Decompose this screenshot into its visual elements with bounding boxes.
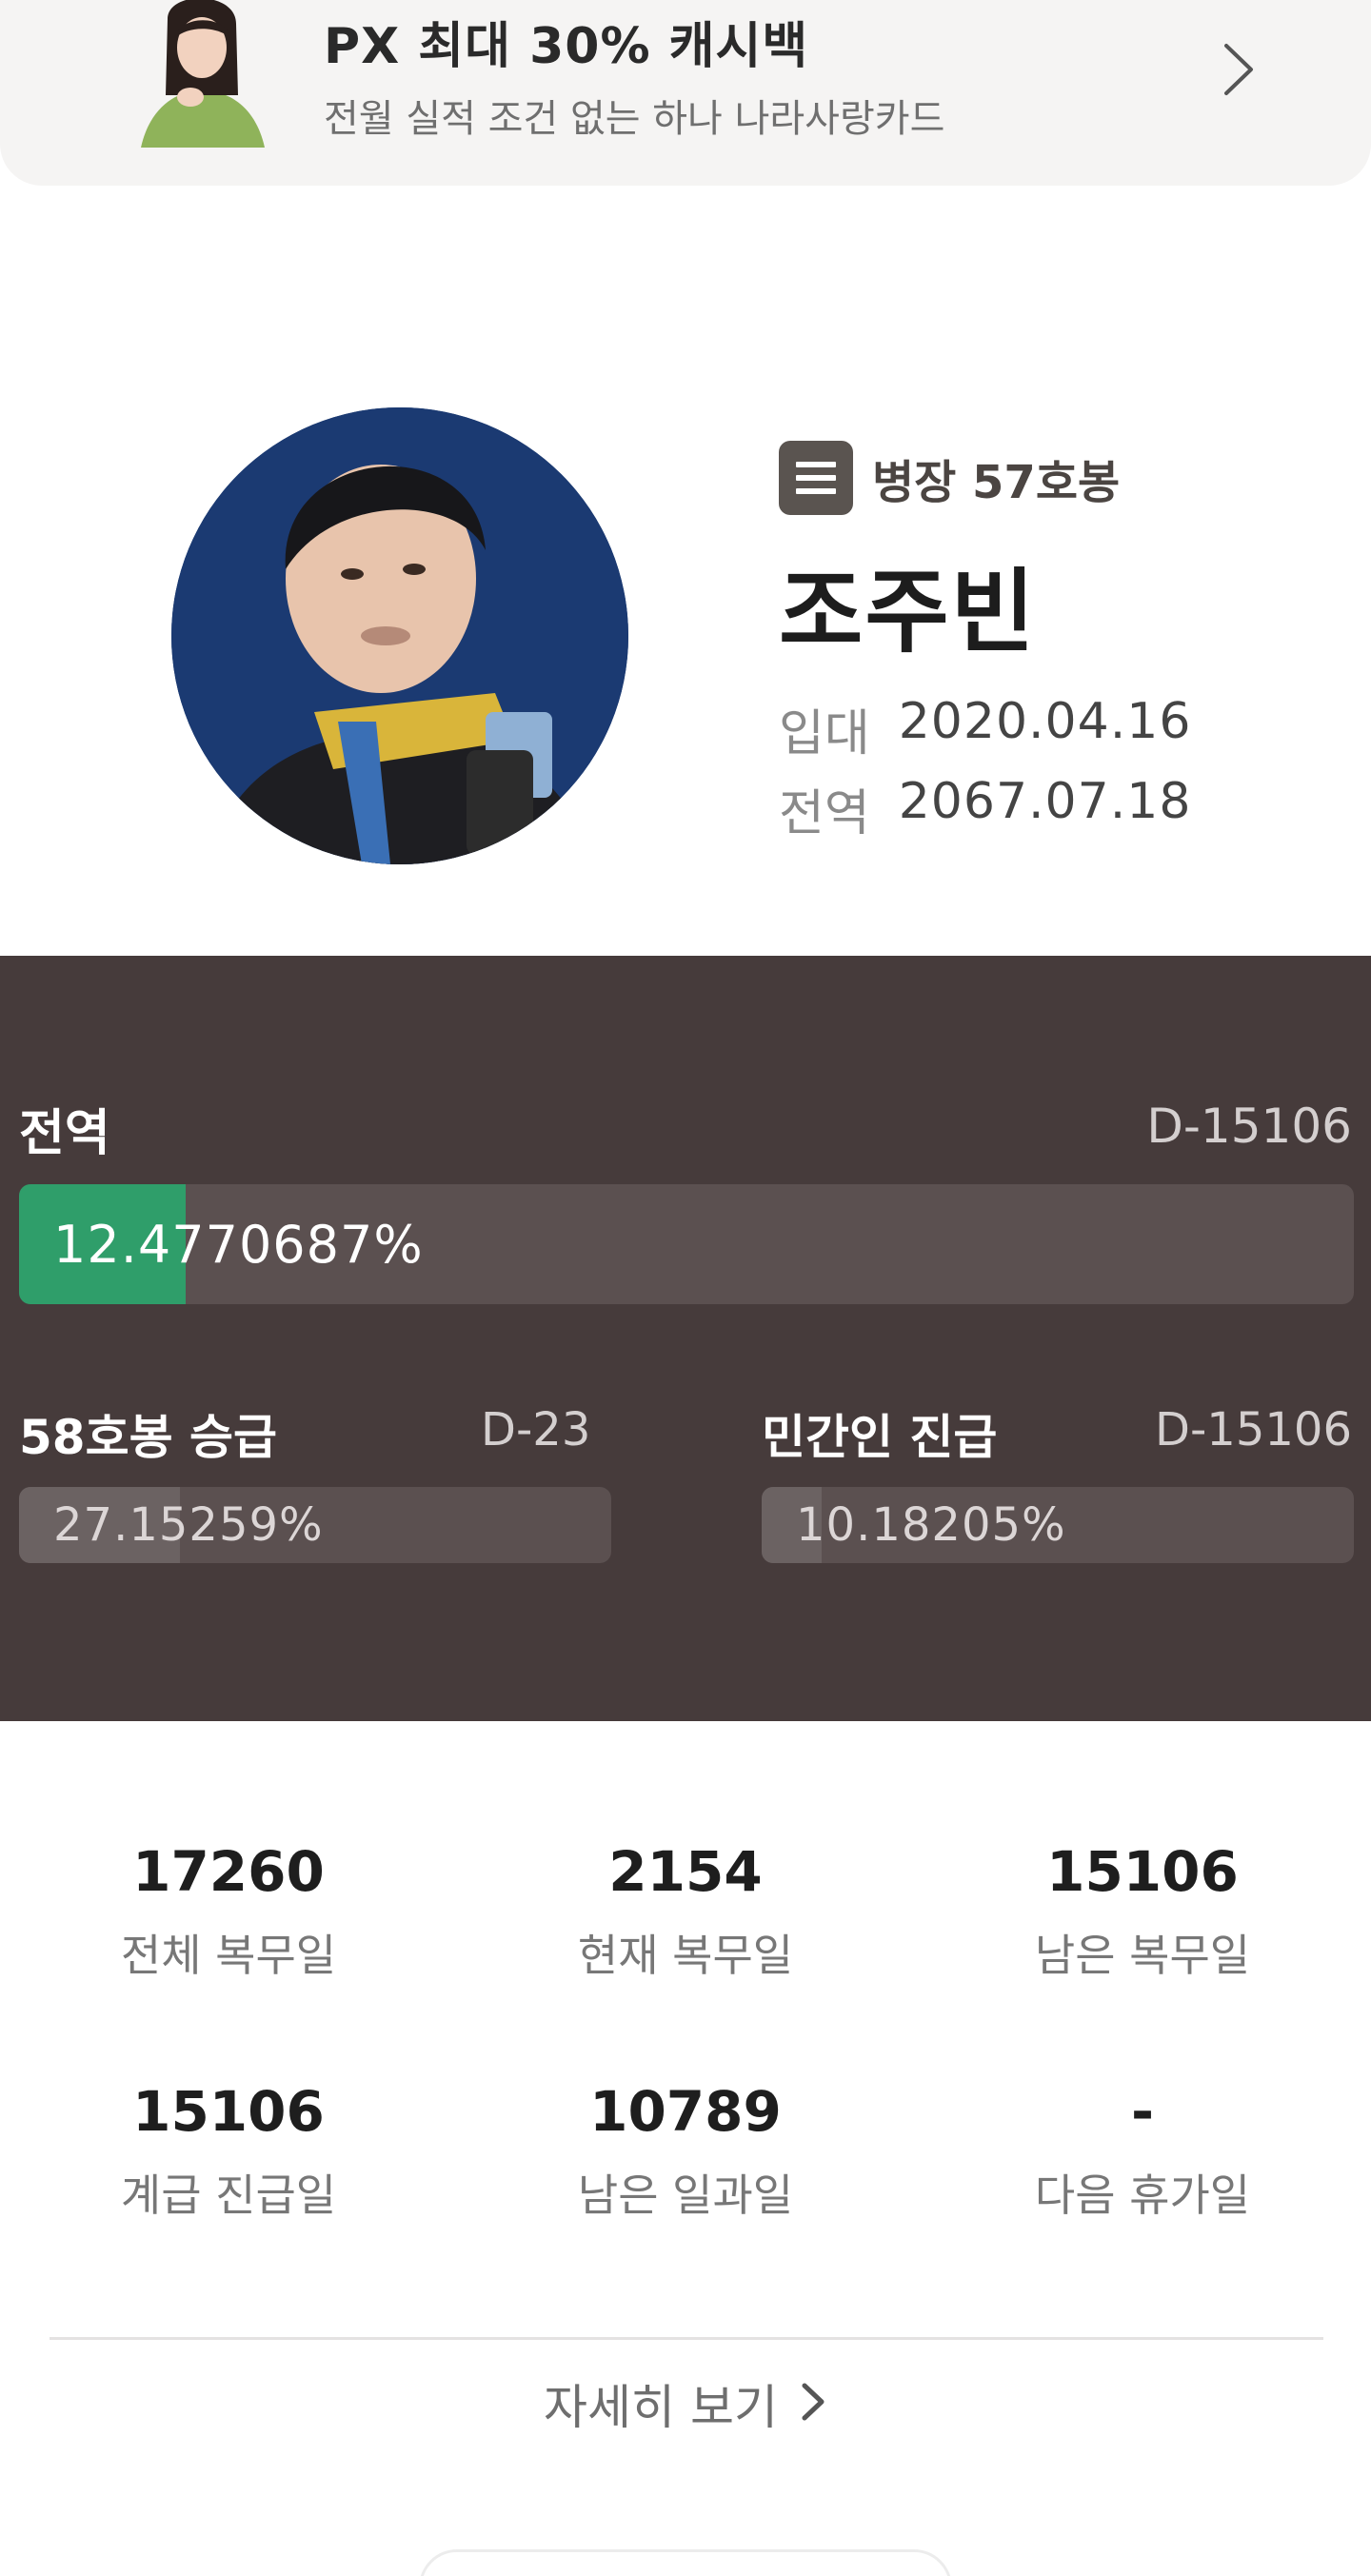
stat-label: 남은 일과일 [577, 2170, 794, 2221]
promotion-progress-label: 58호봉 승급 [19, 1410, 277, 1465]
stat-value: 15106 [132, 2079, 325, 2144]
stat-rank-promotion-day: 15106 계급 진급일 [0, 2079, 457, 2224]
promotion-dday: D-23 [481, 1403, 591, 1456]
progress-panel: 전역 D-15106 12.4770687% 58호봉 승급 D-23 27.1… [0, 956, 1371, 1721]
discharge-label: 전역 [779, 785, 870, 842]
stat-current-service-days: 2154 현재 복무일 [457, 1839, 914, 1984]
rank-row: 병장 57호봉 [779, 438, 1120, 518]
promotion-progress-percent: 27.15259% [53, 1498, 324, 1552]
bottom-floating-button[interactable] [419, 2549, 952, 2576]
discharge-date-row: 전역 2067.07.18 [779, 773, 1191, 844]
list-icon [779, 441, 853, 515]
discharge-progress-percent: 12.4770687% [53, 1214, 424, 1275]
enlist-date: 2020.04.16 [898, 693, 1192, 750]
view-details-link[interactable]: 자세히 보기 [0, 2366, 1371, 2442]
civilian-dday: D-15106 [1155, 1403, 1352, 1456]
profile-name: 조주빈 [779, 559, 1037, 665]
stat-value: 10789 [589, 2079, 782, 2144]
ad-subtitle: 전월 실적 조건 없는 하나 나라사랑카드 [324, 97, 945, 141]
discharge-progress-bar: 12.4770687% [19, 1184, 1354, 1304]
rank-label: 병장 57호봉 [872, 456, 1121, 509]
discharge-progress-label: 전역 [19, 1105, 110, 1162]
stat-remaining-service-days: 15106 남은 복무일 [914, 1839, 1371, 1984]
stat-label: 계급 진급일 [120, 2170, 337, 2221]
view-details-label: 자세히 보기 [544, 2380, 778, 2435]
stat-label: 남은 복무일 [1034, 1930, 1251, 1981]
stat-value: 17260 [132, 1839, 325, 1904]
ad-model-image [131, 0, 272, 148]
stat-label: 현재 복무일 [577, 1930, 794, 1981]
promotion-progress-bar: 27.15259% [19, 1487, 611, 1563]
discharge-dday: D-15106 [1146, 1099, 1352, 1154]
enlist-label: 입대 [779, 705, 870, 763]
civilian-progress-bar: 10.18205% [762, 1487, 1354, 1563]
stat-next-leave-day: - 다음 휴가일 [914, 2079, 1371, 2224]
stat-value: 15106 [1046, 1839, 1239, 1904]
ad-title: PX 최대 30% 캐시백 [324, 18, 809, 75]
stat-remaining-workdays: 10789 남은 일과일 [457, 2079, 914, 2224]
chevron-right-icon[interactable] [1211, 36, 1264, 103]
stat-total-service-days: 17260 전체 복무일 [0, 1839, 457, 1984]
discharge-date: 2067.07.18 [898, 773, 1192, 830]
divider [50, 2337, 1323, 2340]
civilian-progress-label: 민간인 진급 [762, 1410, 998, 1465]
enlist-date-row: 입대 2020.04.16 [779, 693, 1191, 764]
stat-value: - [1130, 2079, 1155, 2144]
stat-value: 2154 [608, 1839, 763, 1904]
stat-label: 전체 복무일 [120, 1930, 337, 1981]
chevron-right-icon [799, 2380, 827, 2427]
civilian-progress-percent: 10.18205% [796, 1498, 1066, 1552]
ad-banner[interactable]: PX 최대 30% 캐시백 전월 실적 조건 없는 하나 나라사랑카드 [0, 0, 1371, 186]
profile-avatar[interactable] [171, 407, 628, 864]
stat-label: 다음 휴가일 [1034, 2170, 1251, 2221]
